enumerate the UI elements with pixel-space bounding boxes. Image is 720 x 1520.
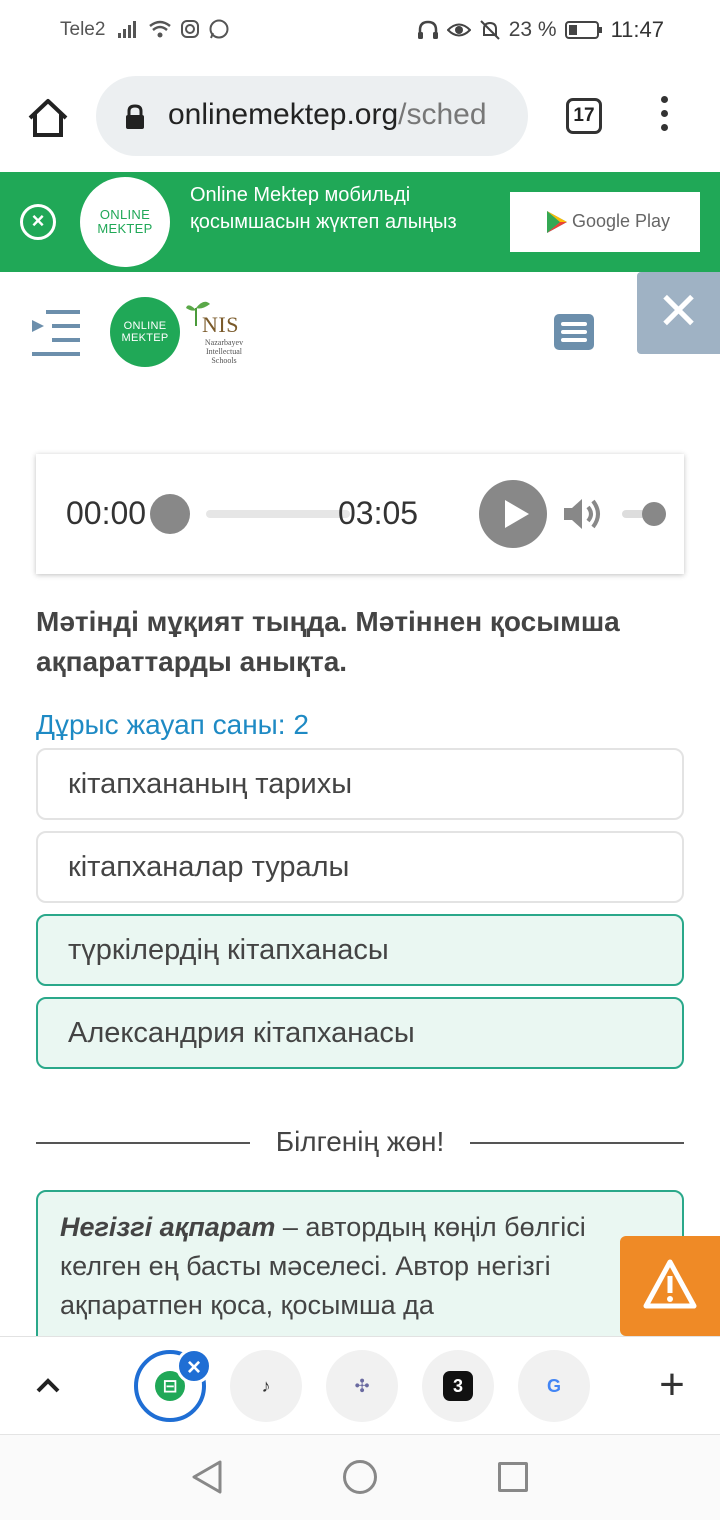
home-nav-icon[interactable] [343, 1460, 377, 1494]
google-play-icon [547, 211, 567, 233]
tab-google[interactable]: G [518, 1350, 590, 1422]
nis-subtitle: Nazarbayev Intellectual Schools [204, 338, 244, 365]
google-favicon: G [546, 1376, 561, 1396]
answer-count: Дұрыс жауап саны: 2 [36, 709, 309, 740]
bell-off-icon [479, 20, 500, 40]
google-play-label: Google Play [572, 211, 671, 231]
nis-logo: NIS Nazarbayev Intellectual Schools [184, 298, 248, 366]
music-notes-favicon: ♪ [261, 1376, 271, 1396]
banner-close-icon[interactable]: × [20, 204, 56, 240]
chevron-up-icon[interactable] [30, 1371, 66, 1401]
answer-options: кітапхананың тарихы кітапханалар туралы … [36, 748, 684, 1080]
logo-line-1: ONLINE [99, 207, 151, 222]
back-icon[interactable] [190, 1459, 224, 1495]
url-field[interactable]: onlinemektep.org/sched [96, 76, 528, 156]
carrier-name: Tele2 [60, 19, 106, 40]
info-box: Негізгі ақпарат – автордың көңіл бөлгісі… [36, 1190, 684, 1350]
info-text: Негізгі ақпарат – автордың көңіл бөлгісі… [60, 1208, 660, 1325]
headphones-icon [417, 20, 438, 39]
whatsapp-icon [209, 19, 229, 39]
site-logo-line-2: MEKTEP [121, 332, 169, 344]
eye-icon [446, 23, 471, 37]
browser-menu-icon[interactable] [652, 96, 676, 136]
info-term: Негізгі ақпарат [60, 1212, 276, 1242]
answer-option[interactable]: түркілердің кітапханасы [36, 914, 684, 986]
url-text: onlinemektep.org/sched [168, 98, 487, 132]
lock-icon [126, 104, 144, 129]
current-time: 00:00 [66, 495, 147, 531]
play-button[interactable] [479, 480, 547, 548]
wifi-icon [149, 20, 171, 38]
url-domain: onlinemektep.org [168, 98, 399, 131]
question-text: Мәтінді мұқият тыңда. Мәтіннен қосымша а… [36, 606, 620, 677]
close-panel-button[interactable]: ✕ [637, 272, 720, 354]
seek-bar[interactable] [206, 510, 350, 518]
site-logo[interactable]: ONLINE MEKTEP [110, 297, 180, 367]
answer-option[interactable]: кітапхананың тарихы [36, 748, 684, 820]
site-logo-line-1: ONLINE [123, 320, 167, 332]
task-list-icon[interactable] [554, 314, 594, 350]
section-divider: Білгенің жөн! [36, 1124, 684, 1164]
battery-icon [564, 21, 602, 39]
warning-icon [643, 1259, 697, 1309]
pinwheel-favicon: ✣ [354, 1376, 370, 1396]
banner-message: Online Mektep мобильді қосымшасын жүктеп… [190, 184, 457, 233]
number-3-favicon: 3 [443, 1371, 473, 1401]
status-icons-left [118, 18, 230, 40]
play-icon [505, 500, 529, 528]
home-icon[interactable] [26, 96, 70, 140]
answer-option[interactable]: кітапханалар туралы [36, 831, 684, 903]
report-error-button[interactable] [620, 1236, 720, 1336]
tab-strip: ⊟ ♪ ✣ 3 G + [0, 1336, 720, 1434]
volume-icon[interactable] [562, 494, 604, 534]
seek-handle[interactable] [150, 494, 190, 534]
clock: 11:47 [610, 17, 664, 42]
answer-option[interactable]: Александрия кітапханасы [36, 997, 684, 1069]
new-tab-button[interactable]: + [652, 1357, 692, 1413]
onlinemektep-logo: ONLINE MEKTEP [80, 177, 170, 267]
status-bar: Tele2 23 % 11:47 [0, 0, 720, 62]
site-header: ONLINE MEKTEP NIS Nazarbayev Intellectual… [0, 272, 720, 382]
system-nav-bar [0, 1434, 720, 1520]
total-time: 03:05 [338, 495, 419, 531]
url-path: /sched [398, 98, 487, 131]
signal-icon [118, 21, 136, 38]
app-install-banner: × ONLINE MEKTEP Online Mektep мобильді қо… [0, 172, 720, 272]
logo-line-2: MEKTEP [97, 221, 153, 236]
nis-title: NIS [202, 312, 239, 337]
audio-player: 00:00 03:05 [36, 454, 684, 574]
tab-number-three[interactable]: 3 [422, 1350, 494, 1422]
status-icons-right: 23 % 11:47 [417, 17, 664, 43]
browser-toolbar: onlinemektep.org/sched 17 [0, 62, 720, 172]
close-tab-icon[interactable]: × [176, 1348, 212, 1384]
tab-music[interactable]: ♪ [230, 1350, 302, 1422]
tab-pinwheel[interactable]: ✣ [326, 1350, 398, 1422]
instagram-icon [181, 20, 199, 38]
battery-percent: 23 % [508, 18, 557, 41]
google-play-button[interactable]: Google Play [510, 192, 700, 252]
sidebar-toggle-icon[interactable] [30, 308, 82, 358]
recents-icon[interactable] [498, 1462, 528, 1492]
tab-switcher-button[interactable]: 17 [566, 98, 602, 134]
volume-handle[interactable] [642, 502, 666, 526]
